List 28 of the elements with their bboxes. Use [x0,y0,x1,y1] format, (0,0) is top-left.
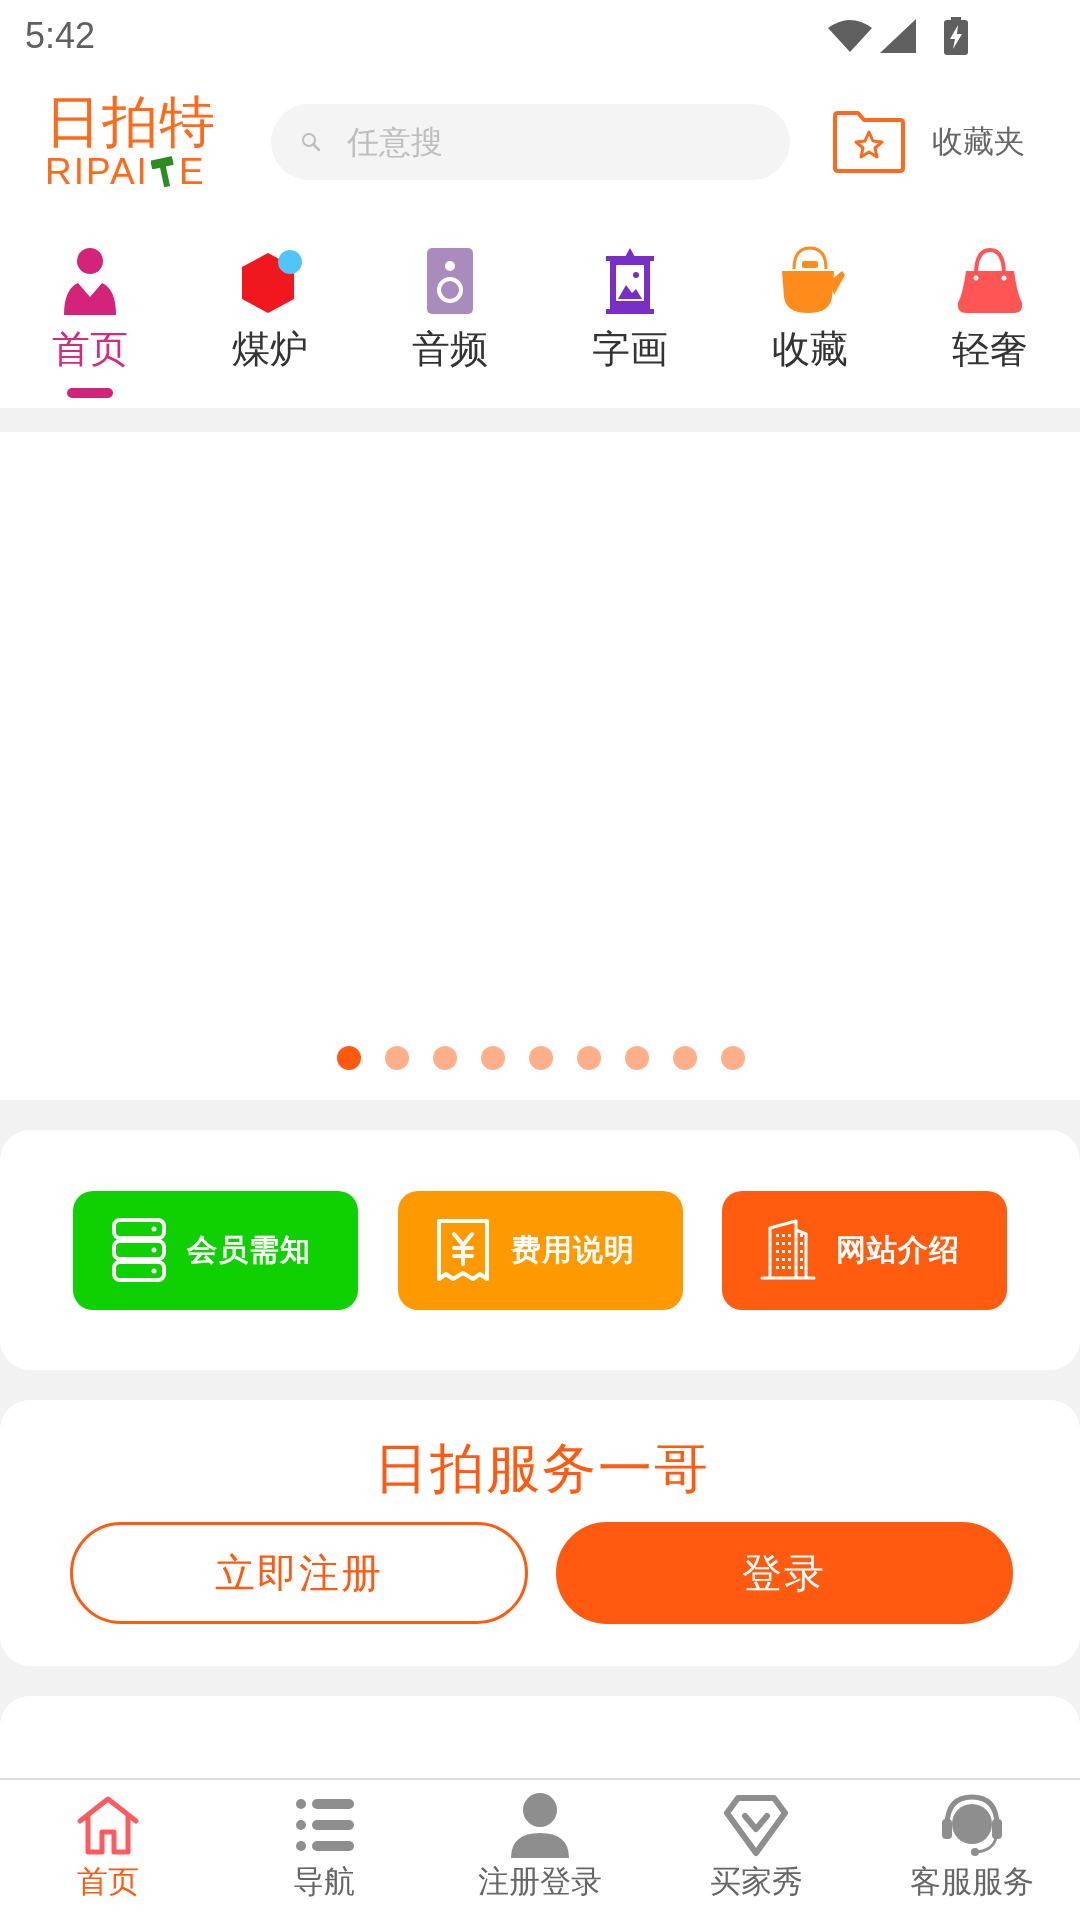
server-stack-icon [110,1218,167,1282]
diamond-v-icon [723,1792,789,1858]
battery-charging-icon [944,17,968,55]
nav-tab[interactable]: 注册登录 [432,1780,648,1920]
search-icon [301,132,321,152]
nav-tab[interactable]: 客服服务 [864,1780,1080,1920]
category-tab[interactable]: 字画 [540,212,720,408]
category-tab[interactable]: 音频 [360,212,540,408]
building-icon [759,1218,816,1282]
banner-carousel[interactable] [0,432,1080,1100]
category-tab[interactable]: 煤炉 [180,212,360,408]
quick-link-button[interactable]: 网站介绍 [722,1190,1007,1310]
nav-tab[interactable]: 首页 [0,1780,216,1920]
favorites-button[interactable]: 收藏夹 [832,110,1025,174]
signal-icon [880,19,916,53]
headset-agent-icon [939,1792,1005,1858]
category-tab[interactable]: 收藏 [720,212,900,408]
star-folder-icon [832,110,906,174]
register-button[interactable]: 立即注册 [70,1522,528,1624]
nav-tab[interactable]: 买家秀 [648,1780,864,1920]
receipt-yen-icon [435,1218,491,1282]
category-tab[interactable]: 轻奢 [900,212,1080,408]
service-title: 日拍服务一哥 [373,1436,710,1501]
nav-tab[interactable]: 导航 [216,1780,432,1920]
login-button[interactable]: 登录 [555,1522,1013,1624]
wifi-icon [828,20,872,52]
status-time: 5:42 [25,15,96,57]
category-tab[interactable]: 首页 [0,212,180,408]
